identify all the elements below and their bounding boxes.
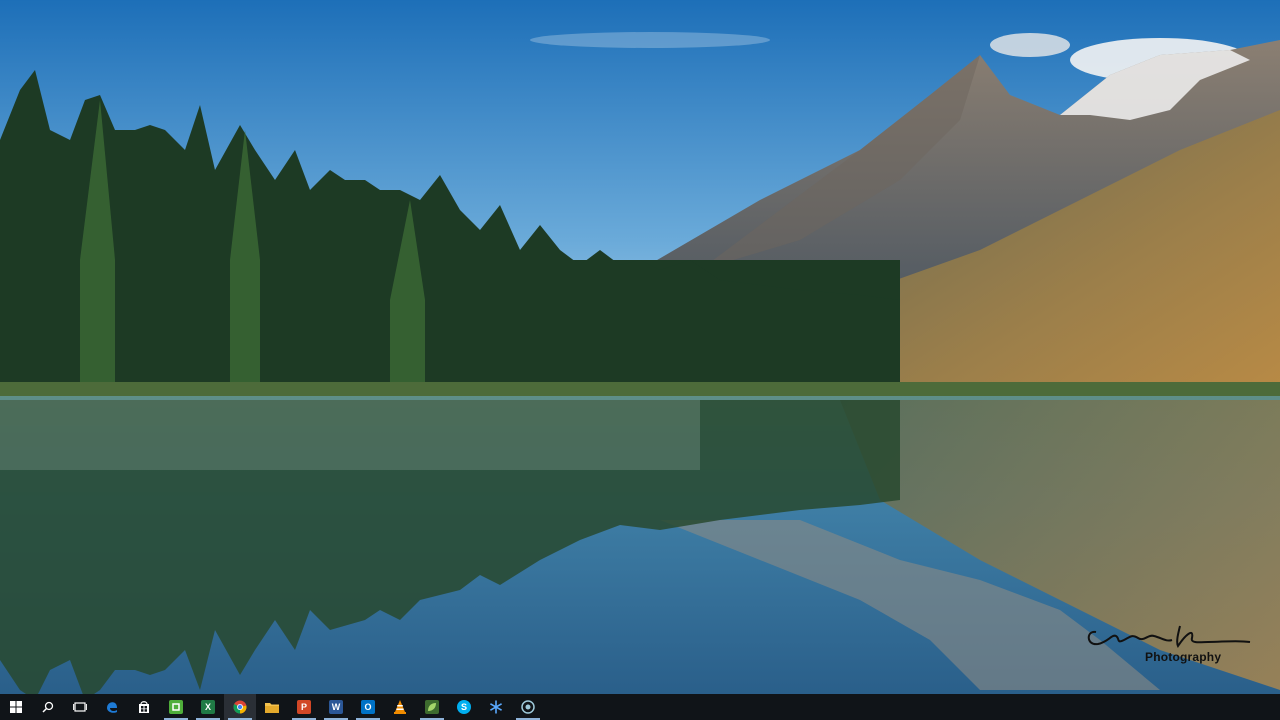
taskbar-file-explorer[interactable]	[256, 694, 288, 720]
taskbar-skype[interactable]: S	[448, 694, 480, 720]
taskbar-excel[interactable]: X	[192, 694, 224, 720]
camera-icon	[521, 700, 535, 714]
powerpoint-icon: P	[297, 700, 311, 714]
search-icon	[42, 701, 54, 713]
snowflake-icon	[490, 700, 502, 714]
mist	[0, 400, 700, 470]
taskbar: X P W O S	[0, 694, 1280, 720]
outlook-icon: O	[361, 700, 375, 714]
task-view-button[interactable]	[64, 694, 96, 720]
taskbar-outlook[interactable]: O	[352, 694, 384, 720]
shoreline	[0, 382, 1280, 398]
folder-icon	[265, 703, 279, 713]
desktop[interactable]: Photography	[0, 0, 1280, 694]
taskbar-vlc[interactable]	[384, 694, 416, 720]
windows-icon	[10, 701, 22, 713]
taskbar-camera-app[interactable]	[512, 694, 544, 720]
camtasia-icon	[169, 700, 183, 714]
watermark-text: Photography	[1145, 650, 1222, 664]
search-button[interactable]	[32, 694, 64, 720]
cloud	[990, 33, 1070, 57]
mountain-lake-wallpaper	[0, 0, 1280, 694]
taskbar-word[interactable]: W	[320, 694, 352, 720]
start-button[interactable]	[0, 694, 32, 720]
vlc-icon	[394, 700, 406, 714]
store-icon	[139, 701, 149, 713]
leaf-icon	[425, 700, 439, 714]
chrome-icon	[233, 700, 247, 714]
word-icon: W	[329, 700, 343, 714]
taskbar-powerpoint[interactable]: P	[288, 694, 320, 720]
taskbar-camtasia[interactable]	[160, 694, 192, 720]
skype-icon: S	[457, 700, 471, 714]
taskbar-photo-app[interactable]	[416, 694, 448, 720]
edge-icon	[107, 702, 117, 713]
task-view-icon	[73, 702, 87, 712]
taskbar-store[interactable]	[128, 694, 160, 720]
taskbar-chrome[interactable]	[224, 694, 256, 720]
taskbar-snowflake-app[interactable]	[480, 694, 512, 720]
excel-icon: X	[201, 700, 215, 714]
taskbar-edge[interactable]	[96, 694, 128, 720]
cloud	[530, 32, 770, 48]
